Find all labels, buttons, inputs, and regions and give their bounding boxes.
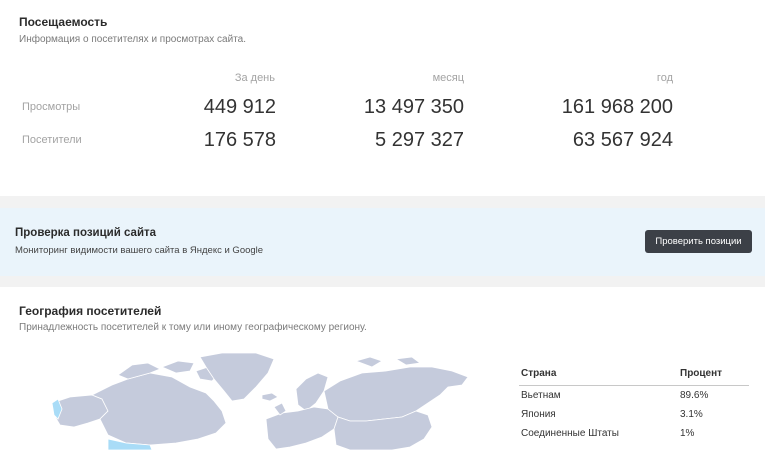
column-header-day: За день	[234, 72, 275, 84]
country-name: Япония	[521, 409, 556, 420]
section-divider	[0, 276, 765, 287]
map-region-iceland	[261, 392, 279, 402]
position-check-banner: Проверка позиций сайта Мониторинг видимо…	[0, 208, 765, 276]
column-header-year: год	[656, 72, 673, 84]
country-table: Страна Процент Вьетнам 89.6% Япония 3.1%…	[519, 367, 749, 443]
table-header: Страна Процент	[519, 367, 749, 386]
visitors-year-value: 63 567 924	[572, 129, 673, 151]
row-label-visitors: Посетители	[22, 134, 82, 146]
table-row: Вьетнам 89.6%	[519, 386, 749, 405]
table-row: Япония 3.1%	[519, 405, 749, 424]
views-day-value: 449 912	[203, 96, 276, 118]
country-percent: 89.6%	[680, 390, 709, 401]
traffic-section: Посещаемость Информация о посетителях и …	[0, 0, 765, 196]
country-percent: 3.1%	[680, 409, 703, 420]
visitors-day-value: 176 578	[203, 129, 276, 151]
position-check-subtitle: Мониторинг видимости вашего сайта в Янде…	[15, 245, 264, 256]
map-region-arctic-islands	[394, 356, 422, 366]
table-row: Соединенные Штаты 1%	[519, 424, 749, 443]
row-label-views: Просмотры	[22, 101, 81, 113]
visitors-month-value: 5 297 327	[375, 129, 464, 151]
map-region-russia	[323, 366, 469, 422]
check-positions-button[interactable]: Проверить позиции	[645, 230, 752, 253]
position-check-title: Проверка позиций сайта	[15, 227, 157, 239]
country-column-header[interactable]: Страна	[519, 367, 680, 385]
map-region-europe	[265, 406, 339, 450]
country-name: Соединенные Штаты	[521, 428, 619, 439]
traffic-title: Посещаемость	[19, 15, 108, 29]
traffic-subtitle: Информация о посетителях и просмотрах са…	[19, 34, 246, 45]
map-region-scandinavia	[295, 372, 329, 412]
world-map[interactable]	[0, 353, 500, 450]
map-region-arctic-islands	[160, 360, 195, 374]
geography-title: География посетителей	[19, 304, 162, 318]
map-region-canada	[91, 372, 227, 446]
geography-section: География посетителей Принадлежность пос…	[0, 287, 765, 450]
percent-column-header[interactable]: Процент	[680, 367, 749, 385]
views-month-value: 13 497 350	[363, 96, 464, 118]
section-divider	[0, 196, 765, 208]
country-name: Вьетнам	[521, 390, 561, 401]
views-year-value: 161 968 200	[561, 96, 673, 118]
geography-subtitle: Принадлежность посетителей к тому или ин…	[19, 322, 367, 333]
map-region-arctic-islands	[354, 356, 383, 368]
column-header-month: месяц	[432, 72, 464, 84]
country-percent: 1%	[680, 428, 695, 439]
